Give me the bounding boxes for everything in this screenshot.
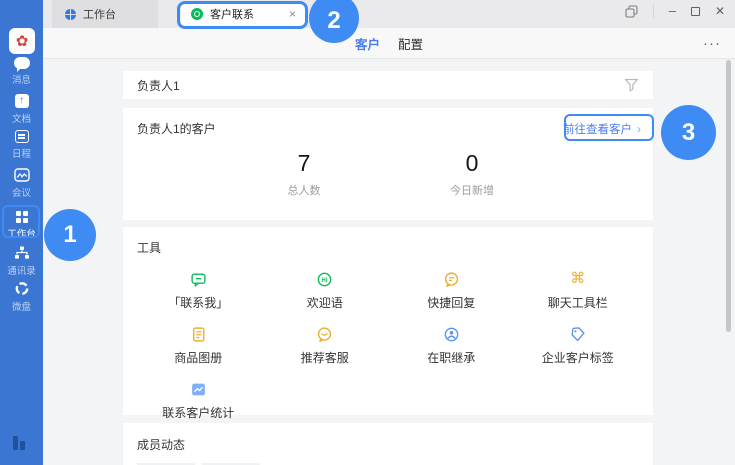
tool-label: 欢迎语 — [307, 294, 343, 311]
tool-product-catalog[interactable]: 商品图册 — [135, 325, 262, 366]
sidebar-item-label: 文档 — [12, 111, 31, 125]
member-activity-card: 成员动态 — [123, 423, 653, 465]
wedrive-icon — [14, 281, 30, 296]
maximize-button[interactable] — [691, 7, 700, 16]
link-label: 前往查看客户 — [563, 121, 632, 137]
tool-label: 推荐客服 — [301, 349, 349, 366]
tab-label: 工作台 — [83, 6, 116, 22]
main-content: 负责人1 负责人1的客户 前往查看客户 › 7 总人数 0 今日 — [43, 59, 735, 465]
org-chart-icon — [14, 246, 30, 260]
close-tab-icon[interactable]: × — [289, 7, 296, 21]
tab-label: 客户联系 — [210, 6, 282, 22]
calendar-icon — [15, 130, 29, 143]
stat-value: 7 — [234, 150, 374, 177]
tools-grid: 「联系我」 Hi 欢迎语 快捷回复 ⌘ 聊天工具栏 — [123, 270, 653, 421]
tools-card: 工具 「联系我」 Hi 欢迎语 — [123, 227, 653, 415]
member-activity-title: 成员动态 — [123, 423, 653, 453]
customer-contact-logo-icon — [191, 8, 203, 20]
flower-avatar-icon: ✿ — [16, 32, 29, 50]
tool-job-inherit[interactable]: 在职继承 — [388, 325, 515, 366]
avatar[interactable]: ✿ — [9, 28, 35, 54]
product-catalog-icon — [190, 325, 207, 343]
welcome-icon: Hi — [316, 270, 333, 288]
tool-chat-toolbar[interactable]: ⌘ 聊天工具栏 — [515, 270, 642, 311]
stat-label: 总人数 — [234, 182, 374, 198]
sidebar-item-label: 消息 — [12, 72, 31, 86]
sidebar-item-label: 通讯录 — [7, 263, 36, 277]
tool-label: 在职继承 — [427, 349, 475, 366]
sidebar-item-calendar[interactable]: 日程 — [0, 130, 43, 160]
popout-window-icon[interactable] — [625, 5, 638, 18]
app-sidebar: ✿ 消息 ↑ 文档 日程 会议 工作台 — [0, 0, 43, 465]
workbench-grid-icon — [16, 211, 28, 223]
stat-value: 0 — [402, 150, 542, 177]
window-tab-strip: 工作台 客户联系 × – ✕ — [43, 0, 735, 28]
close-window-button[interactable]: ✕ — [715, 4, 725, 18]
filter-funnel-icon[interactable] — [624, 78, 639, 92]
usage-stats-icon[interactable] — [13, 436, 25, 450]
svg-text:Hi: Hi — [322, 277, 328, 283]
tool-customer-stats[interactable]: 联系客户统计 — [135, 380, 262, 421]
sidebar-item-label: 会议 — [12, 185, 31, 199]
more-options-icon[interactable]: ··· — [703, 28, 721, 58]
wecom-app-window: ✿ 消息 ↑ 文档 日程 会议 工作台 — [0, 0, 735, 465]
sidebar-item-contacts[interactable]: 通讯录 — [0, 246, 43, 277]
document-icon: ↑ — [15, 94, 29, 108]
tool-contact-me[interactable]: 「联系我」 — [135, 270, 262, 311]
sidebar-item-label: 工作台 — [7, 226, 36, 240]
sidebar-item-meetings[interactable]: 会议 — [0, 168, 43, 199]
tool-label: 快捷回复 — [427, 294, 475, 311]
vertical-scrollbar-thumb[interactable] — [726, 60, 731, 332]
tool-welcome-message[interactable]: Hi 欢迎语 — [262, 270, 389, 311]
tool-customer-tag[interactable]: 企业客户标签 — [515, 325, 642, 366]
sidebar-item-docs[interactable]: ↑ 文档 — [0, 94, 43, 125]
tool-label: 聊天工具栏 — [548, 294, 608, 311]
stat-total: 7 总人数 — [234, 150, 374, 198]
recommend-service-icon — [316, 325, 333, 343]
window-controls: – ✕ — [625, 0, 725, 22]
stat-label: 今日新增 — [402, 182, 542, 198]
divider — [653, 5, 654, 18]
minimize-button[interactable]: – — [669, 6, 676, 16]
tools-title: 工具 — [123, 227, 653, 256]
sidebar-item-label: 微盘 — [12, 299, 31, 313]
owner-customers-card: 负责人1的客户 前往查看客户 › 7 总人数 0 今日新增 — [123, 108, 653, 220]
quick-reply-icon — [443, 270, 460, 288]
contact-me-icon — [190, 270, 207, 288]
tool-label: 联系客户统计 — [162, 404, 234, 421]
tab-workbench[interactable]: 工作台 — [52, 0, 158, 28]
owner-filter-card: 负责人1 — [123, 71, 653, 99]
tool-label: 「联系我」 — [168, 294, 228, 311]
tab-customers[interactable]: 客户 — [355, 34, 380, 53]
tool-label: 商品图册 — [174, 349, 222, 366]
chat-bubble-icon — [14, 57, 30, 69]
workbench-logo-icon — [65, 9, 76, 20]
tool-label: 企业客户标签 — [542, 349, 614, 366]
owner-title: 负责人1 — [137, 77, 624, 94]
tab-customer-contact[interactable]: 客户联系 × — [181, 1, 306, 27]
stat-new-today: 0 今日新增 — [402, 150, 542, 198]
activity-filter-stubs — [123, 453, 653, 465]
view-customers-link[interactable]: 前往查看客户 › — [563, 121, 641, 137]
chevron-right-icon: › — [637, 122, 641, 136]
tab-config[interactable]: 配置 — [398, 34, 423, 53]
customers-card-title: 负责人1的客户 — [137, 120, 216, 137]
inherit-icon — [443, 325, 460, 343]
sidebar-item-workbench[interactable]: 工作台 — [0, 211, 43, 240]
content-header: 客户 配置 ··· — [43, 28, 735, 59]
sidebar-item-label: 日程 — [12, 146, 31, 160]
customer-stats: 7 总人数 0 今日新增 — [123, 150, 653, 198]
sidebar-item-messages[interactable]: 消息 — [0, 57, 43, 86]
tool-recommend-service[interactable]: 推荐客服 — [262, 325, 389, 366]
sidebar-item-drive[interactable]: 微盘 — [0, 281, 43, 313]
header-tabs: 客户 配置 — [43, 28, 735, 58]
customer-stats-icon — [190, 380, 207, 398]
customer-tag-icon — [569, 325, 586, 343]
meeting-icon — [14, 168, 30, 182]
tool-quick-reply[interactable]: 快捷回复 — [388, 270, 515, 311]
chat-toolbar-icon: ⌘ — [570, 270, 585, 288]
